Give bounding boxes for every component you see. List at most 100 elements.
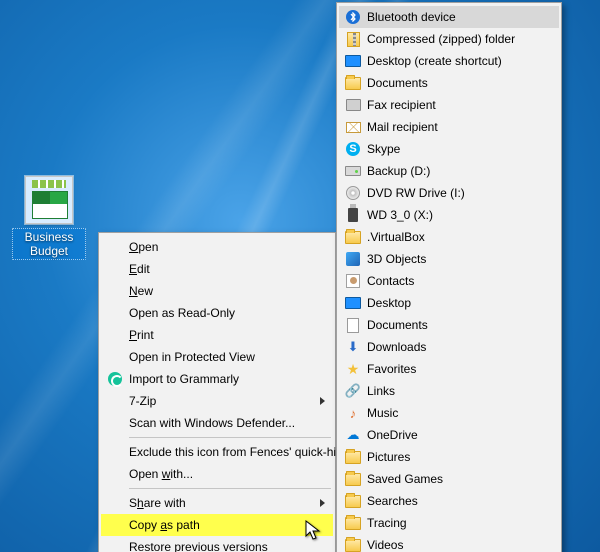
menu-separator <box>129 488 331 489</box>
usb-icon <box>345 207 361 223</box>
sendto-item-skype[interactable]: SSkype <box>339 138 559 160</box>
sendto-item-mail-recipient[interactable]: Mail recipient <box>339 116 559 138</box>
menu-item-label: Open as Read-Only <box>129 306 235 320</box>
down-icon: ⬇ <box>345 339 361 355</box>
sendto-item-compressed-zipped-folder[interactable]: Compressed (zipped) folder <box>339 28 559 50</box>
od-icon: ☁ <box>345 427 361 443</box>
sendto-item-videos[interactable]: Videos <box>339 534 559 552</box>
3d-icon <box>345 251 361 267</box>
sendto-item-desktop[interactable]: Desktop <box>339 292 559 314</box>
menu-item-label: Pictures <box>367 450 410 464</box>
menu-item-label: .VirtualBox <box>367 230 425 244</box>
menu-item-label: Mail recipient <box>367 120 438 134</box>
menu-item-label: Searches <box>367 494 418 508</box>
sendto-item-documents[interactable]: Documents <box>339 72 559 94</box>
menu-item-label: Print <box>129 328 154 342</box>
folder-icon <box>345 493 361 509</box>
sendto-item-onedrive[interactable]: ☁ OneDrive <box>339 424 559 446</box>
sendto-item-documents[interactable]: Documents <box>339 314 559 336</box>
menu-item-label: Scan with Windows Defender... <box>129 416 295 430</box>
sendto-item-3d-objects[interactable]: 3D Objects <box>339 248 559 270</box>
sendto-item-contacts[interactable]: Contacts <box>339 270 559 292</box>
menu-item-label: Share with <box>129 496 186 510</box>
desktop-icon <box>345 295 361 311</box>
menu-item-label: 7-Zip <box>129 394 156 408</box>
sendto-item-virtualbox[interactable]: .VirtualBox <box>339 226 559 248</box>
sendto-item-fax-recipient[interactable]: Fax recipient <box>339 94 559 116</box>
menu-item-share-with[interactable]: Share with <box>101 492 333 514</box>
menu-item-label: Desktop <box>367 296 411 310</box>
drive-icon <box>345 163 361 179</box>
menu-item-label: Exclude this icon from Fences' quick-hid… <box>129 445 349 459</box>
zip-icon <box>345 31 361 47</box>
menu-item-label: Fax recipient <box>367 98 436 112</box>
menu-item-label: Documents <box>367 76 428 90</box>
bluetooth-icon <box>345 9 361 25</box>
menu-item-label: Tracing <box>367 516 407 530</box>
menu-item-copy-as-path[interactable]: Copy as path <box>101 514 333 536</box>
menu-item-label: OneDrive <box>367 428 418 442</box>
menu-item-exclude-this-icon-from-fences-quick-hide[interactable]: Exclude this icon from Fences' quick-hid… <box>101 441 333 463</box>
mail-icon <box>345 119 361 135</box>
menu-item-label: Copy as path <box>129 518 200 532</box>
menu-item-label: Backup (D:) <box>367 164 430 178</box>
menu-item-label: Open with... <box>129 467 193 481</box>
menu-item-import-to-grammarly[interactable]: Import to Grammarly <box>101 368 333 390</box>
desktop-icon-label: Business Budget <box>25 230 74 258</box>
menu-item-label: Skype <box>367 142 400 156</box>
folder-icon <box>345 229 361 245</box>
sendto-item-downloads[interactable]: ⬇ Downloads <box>339 336 559 358</box>
menu-item-label: Bluetooth device <box>367 10 456 24</box>
sendto-item-saved-games[interactable]: Saved Games <box>339 468 559 490</box>
music-icon: ♪ <box>345 405 361 421</box>
desktop-icon[interactable]: Business Budget <box>12 176 86 260</box>
menu-item-label: DVD RW Drive (I:) <box>367 186 465 200</box>
menu-item-open-as-read-only[interactable]: Open as Read-Only <box>101 302 333 324</box>
fax-icon <box>345 97 361 113</box>
menu-item-label: Open <box>129 240 158 254</box>
sendto-item-music[interactable]: ♪Music <box>339 402 559 424</box>
menu-separator <box>129 437 331 438</box>
sendto-item-dvd-rw-drive-i[interactable]: DVD RW Drive (I:) <box>339 182 559 204</box>
sendto-item-pictures[interactable]: Pictures <box>339 446 559 468</box>
menu-item-open[interactable]: Open <box>101 236 333 258</box>
grammarly-icon <box>107 371 123 387</box>
menu-item-open-in-protected-view[interactable]: Open in Protected View <box>101 346 333 368</box>
menu-item-restore-previous-versions[interactable]: Restore previous versions <box>101 536 333 552</box>
folder-icon <box>345 515 361 531</box>
menu-item-new[interactable]: New <box>101 280 333 302</box>
context-menu: Open Edit New Open as Read-Only Print Open in… <box>98 232 336 552</box>
excel-file-icon <box>25 176 73 224</box>
menu-item-label: Documents <box>367 318 428 332</box>
menu-item-label: Saved Games <box>367 472 443 486</box>
submenu-arrow-icon <box>320 397 325 405</box>
sendto-item-desktop-create-shortcut[interactable]: Desktop (create shortcut) <box>339 50 559 72</box>
sendto-item-backup-d[interactable]: Backup (D:) <box>339 160 559 182</box>
submenu-arrow-icon <box>320 499 325 507</box>
menu-item-label: Edit <box>129 262 150 276</box>
menu-item-open-with[interactable]: Open with... <box>101 463 333 485</box>
menu-item-label: Links <box>367 384 395 398</box>
menu-item-edit[interactable]: Edit <box>101 258 333 280</box>
menu-item-label: 3D Objects <box>367 252 426 266</box>
menu-item-7-zip[interactable]: 7-Zip <box>101 390 333 412</box>
menu-item-print[interactable]: Print <box>101 324 333 346</box>
doc-icon <box>345 317 361 333</box>
sendto-item-wd-3-0-x[interactable]: WD 3_0 (X:) <box>339 204 559 226</box>
folder-icon <box>345 449 361 465</box>
folder-icon <box>345 471 361 487</box>
sendto-item-links[interactable]: 🔗 Links <box>339 380 559 402</box>
sendto-item-tracing[interactable]: Tracing <box>339 512 559 534</box>
sendto-item-favorites[interactable]: ★Favorites <box>339 358 559 380</box>
sendto-item-bluetooth-device[interactable]: Bluetooth device <box>339 6 559 28</box>
menu-item-label: Contacts <box>367 274 414 288</box>
link-icon: 🔗 <box>345 383 361 399</box>
folder-icon <box>345 537 361 552</box>
menu-item-label: Downloads <box>367 340 426 354</box>
sendto-item-searches[interactable]: Searches <box>339 490 559 512</box>
menu-item-label: Compressed (zipped) folder <box>367 32 515 46</box>
menu-item-label: WD 3_0 (X:) <box>367 208 433 222</box>
menu-item-label: Open in Protected View <box>129 350 255 364</box>
sendto-submenu: Bluetooth device Compressed (zipped) fold… <box>336 2 562 552</box>
menu-item-scan-with-windows-defender[interactable]: Scan with Windows Defender... <box>101 412 333 434</box>
